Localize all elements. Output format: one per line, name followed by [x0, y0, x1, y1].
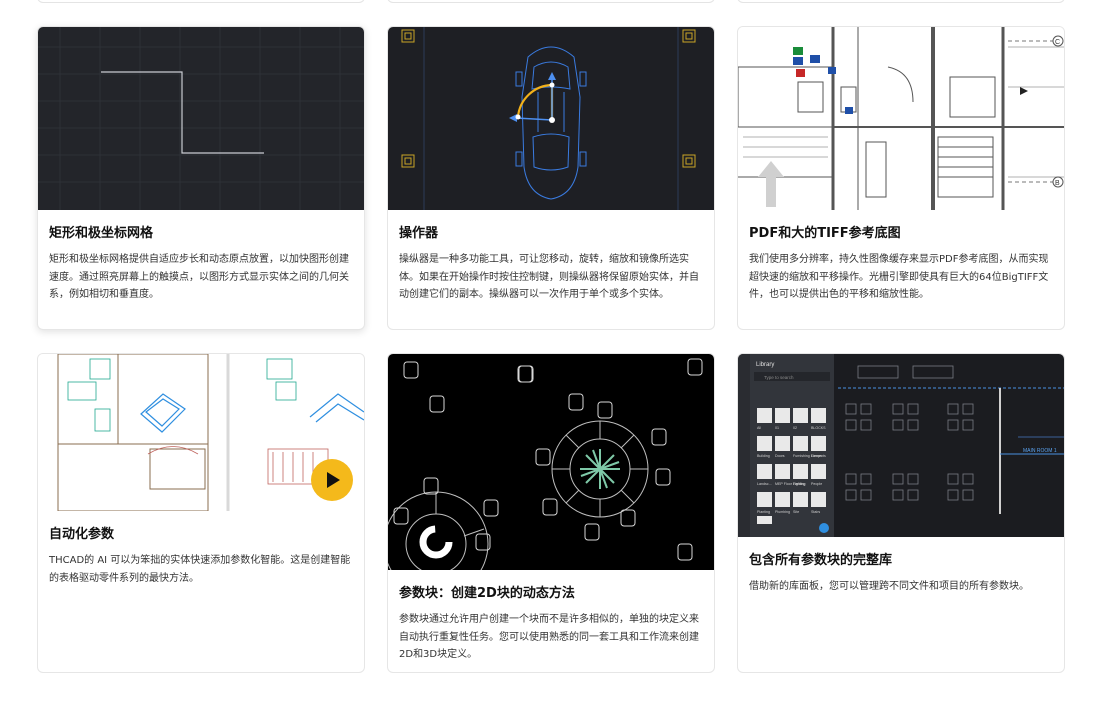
grid-marker-c: C: [1055, 39, 1060, 46]
svg-text:Building: Building: [757, 454, 770, 458]
library-search-placeholder: Type to search: [764, 375, 794, 380]
manipulator-preview-image: [388, 27, 714, 210]
svg-text:People: People: [811, 482, 822, 486]
svg-text:01: 01: [775, 426, 779, 430]
svg-text:Parking: Parking: [793, 482, 805, 486]
svg-text:Planting: Planting: [757, 510, 770, 514]
previous-card-bottom-middle: [387, 0, 715, 3]
svg-text:Stairs: Stairs: [811, 510, 820, 514]
svg-text:Site: Site: [793, 510, 799, 514]
svg-text:All: All: [757, 426, 761, 430]
previous-card-bottom-left: [37, 0, 365, 3]
card-description: 矩形和极坐标网格提供自适应步长和动态原点放置，以加快图形创建速度。通过照亮屏幕上…: [49, 254, 349, 300]
card-description: 操纵器是一种多功能工具，可让您移动，旋转，缩放和镜像所选实体。如果在开始操作时按…: [399, 254, 699, 300]
svg-text:02: 02: [793, 426, 797, 430]
card-title: PDF和大的TIFF参考底图: [749, 226, 901, 241]
feature-card-block-library[interactable]: Library Type to search All 01 02 BLOCKS …: [737, 353, 1065, 673]
pdf-underlay-preview-image: C B: [738, 27, 1064, 210]
feature-card-pdf-tiff[interactable]: C B PDF和大的TIFF参考底图 我们使用多分辨率，持久性图像缓存来显示PD…: [737, 26, 1065, 330]
card-title: 参数块：创建2D块的动态方法: [399, 586, 575, 601]
card-title: 操作器: [399, 226, 439, 241]
feature-card-parametric-blocks[interactable]: 参数块：创建2D块的动态方法 参数块通过允许用户创建一个块而不是许多相似的，单独…: [387, 353, 715, 673]
card-description: 借助新的库面板，您可以管理跨不同文件和项目的所有参数块。: [749, 581, 1029, 592]
grid-marker-b: B: [1055, 180, 1060, 187]
svg-text:Landsc...: Landsc...: [757, 482, 772, 486]
parametric-blocks-animation: [388, 354, 714, 570]
card-description: 参数块通过允许用户创建一个块而不是许多相似的，单独的块定义来自动执行重复性任务。…: [399, 614, 699, 660]
auto-parametrics-video-thumbnail: [38, 354, 364, 511]
grid-preview-image: [38, 27, 364, 210]
previous-card-bottom-right: [737, 0, 1065, 3]
card-description: THCAD的 AI 可以为笨拙的实体快速添加参数化智能。这是创建智能的表格驱动零…: [49, 555, 351, 584]
play-video-button[interactable]: [311, 459, 353, 501]
card-title: 自动化参数: [49, 527, 115, 542]
room-label: MAIN ROOM 1: [1023, 448, 1057, 454]
card-description: 我们使用多分辨率，持久性图像缓存来显示PDF参考底图，从而实现超快速的缩放和平移…: [749, 254, 1049, 300]
library-panel-preview-image: Library Type to search All 01 02 BLOCKS …: [738, 354, 1064, 537]
feature-card-auto-parametrics[interactable]: 自动化参数 THCAD的 AI 可以为笨拙的实体快速添加参数化智能。这是创建智能…: [37, 353, 365, 673]
svg-text:Doors: Doors: [775, 454, 785, 458]
card-title: 包含所有参数块的完整库: [749, 553, 893, 568]
feature-card-grids[interactable]: 矩形和极坐标网格 矩形和极坐标网格提供自适应步长和动态原点放置，以加快图形创建速…: [37, 26, 365, 330]
svg-text:Lamps: Lamps: [811, 454, 822, 458]
library-panel-title: Library: [756, 362, 774, 368]
svg-text:Plumbing: Plumbing: [775, 510, 790, 514]
feature-card-manipulator[interactable]: 操作器 操纵器是一种多功能工具，可让您移动，旋转，缩放和镜像所选实体。如果在开始…: [387, 26, 715, 330]
svg-text:BLOCKS: BLOCKS: [811, 426, 826, 430]
card-title: 矩形和极坐标网格: [49, 226, 154, 241]
